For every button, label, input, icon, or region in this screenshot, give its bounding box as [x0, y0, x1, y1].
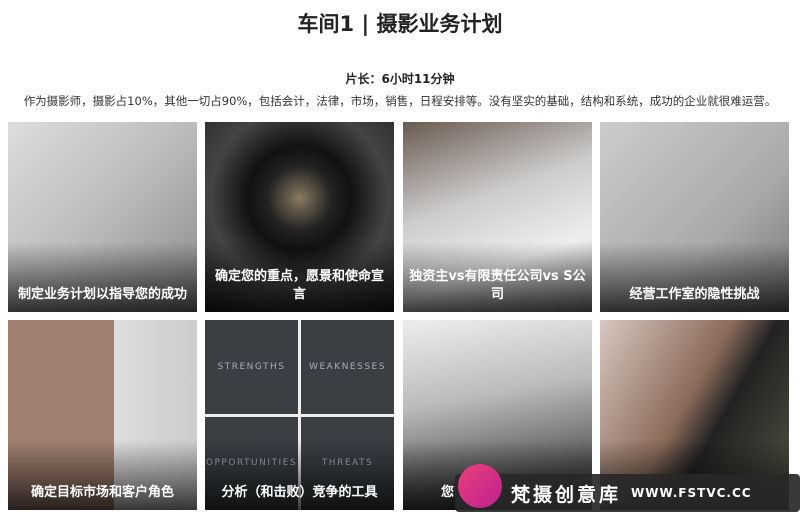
- lesson-label: 经营工作室的隐性挑战: [629, 287, 760, 302]
- lesson-tile[interactable]: 独资主vs有限责任公司vs S公司: [403, 122, 592, 312]
- lesson-label: 确定您的重点，愿景和使命宣言: [214, 269, 384, 302]
- swot-weaknesses: WEAKNESSES: [301, 320, 394, 414]
- description: 作为摄影师，摄影占10%，其他一切占90%，包括会计，法律，市场，销售，日程安排…: [23, 94, 777, 108]
- watermark-url: WWW.FSTVC.CC: [631, 486, 752, 500]
- lesson-tile[interactable]: 经营工作室的隐性挑战: [600, 122, 789, 312]
- watermark-logo: [458, 464, 502, 508]
- lesson-tile[interactable]: 确定目标市场和客户角色: [8, 320, 197, 510]
- lesson-tile[interactable]: 制定业务计划以指导您的成功: [8, 122, 197, 312]
- lesson-tile[interactable]: STRENGTHSWEAKNESSESOPPORTUNITIESTHREATS分…: [205, 320, 394, 510]
- watermark-banner: 梵摄创意库 WWW.FSTVC.CC: [455, 474, 800, 512]
- swot-strengths: STRENGTHS: [205, 320, 298, 414]
- lesson-label: 分析（和击败）竞争的工具: [221, 485, 378, 500]
- lesson-label: 确定目标市场和客户角色: [30, 485, 174, 500]
- lesson-tile[interactable]: 确定您的重点，愿景和使命宣言: [205, 122, 394, 312]
- watermark-name: 梵摄创意库: [511, 483, 622, 506]
- lesson-label: 独资主vs有限责任公司vs S公司: [409, 269, 586, 302]
- lesson-label: 制定业务计划以指导您的成功: [17, 287, 187, 302]
- page-title: 车间1 | 摄影业务计划: [297, 12, 503, 36]
- duration: 片长：6小时11分钟: [345, 72, 455, 86]
